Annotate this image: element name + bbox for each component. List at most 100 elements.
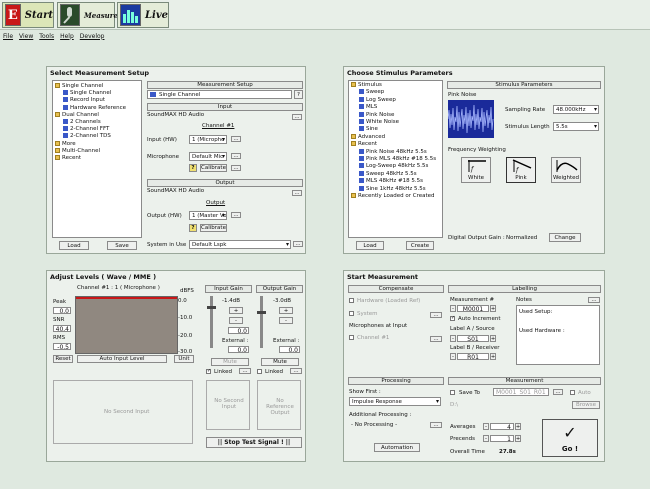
setup-tree-folder[interactable]: Dual Channel [55,111,126,119]
averages-field[interactable]: 4 [490,423,514,431]
stimulus-tree-item[interactable]: Sweep [351,89,436,96]
output-linked-checkbox[interactable] [257,369,262,374]
stimulus-tree-item[interactable]: Log-Sweep 48kHz 5.5s [351,163,436,170]
input-linked-more-button[interactable]: ... [239,368,251,374]
calibrate-more-button[interactable]: ... [231,165,241,171]
stimulus-tree-folder[interactable]: Advanced [351,133,436,141]
system-more-button[interactable]: ... [293,241,303,247]
menu-view[interactable]: View [19,33,33,40]
setup-tree-item[interactable]: Single Channel [55,90,126,97]
input-linked-checkbox[interactable] [206,368,211,374]
input-calibrate-button[interactable]: Calibrate [200,164,227,172]
input-external-field[interactable]: 0.0 [228,346,249,354]
stimulus-tree-item[interactable]: Sine [351,126,436,133]
auto-checkbox[interactable] [570,390,575,395]
auto-input-level-button[interactable]: Auto Input Level [77,355,167,363]
measurement-number-field[interactable]: M0001 [457,305,489,313]
setup-tree-folder[interactable]: More [55,140,126,148]
output-hw-more-button[interactable]: ... [231,212,241,218]
output-hw-select[interactable]: 1 (Master Vo [189,211,227,220]
averages-increase[interactable]: + [515,423,521,430]
filename-field[interactable]: M0001_S01_R01 [493,388,549,396]
setup-tree-folder[interactable]: Recent [55,155,126,162]
output-gain-plus[interactable]: + [279,307,293,314]
measurement-number-increase[interactable]: + [490,305,496,312]
stimulus-tree-item[interactable]: Log Sweep [351,96,436,104]
input-device-more-button[interactable]: ... [292,114,302,120]
menu-file[interactable]: File [3,33,13,40]
digital-gain-change-button[interactable]: Change [549,233,581,242]
stimulus-tree-item[interactable]: White Noise [351,119,436,126]
input-gain-slider[interactable] [210,296,213,348]
system-checkbox[interactable] [349,311,354,316]
setup-tree-item[interactable]: Hardware Reference [55,104,126,112]
stimulus-tree[interactable]: Stimulus Sweep Log Sweep MLS Pink Noise White… [348,80,443,238]
stimulus-tree-item[interactable]: Pink Noise 48kHz 5.5s [351,148,436,156]
input-mute-button[interactable]: Mute [211,358,249,366]
menu-help[interactable]: Help [60,33,74,40]
system-in-use-select[interactable]: Default Lspk [189,240,291,249]
notes-area[interactable]: Used Setup: Used Hardware : [516,305,600,365]
measure-mode-button[interactable]: Measure [57,2,118,28]
system-comp-more-button[interactable]: ... [430,312,442,318]
output-calibrate-button[interactable]: Calibrate [200,224,227,232]
notes-more-button[interactable]: ... [588,297,600,303]
stimulus-tree-item[interactable]: Pink Noise [351,111,436,119]
averages-decrease[interactable]: - [483,423,489,430]
label-a-increase[interactable]: + [490,335,496,342]
output-device-more-button[interactable]: ... [292,190,302,196]
pink-weighting-button[interactable]: f Pink [506,157,536,183]
go-button[interactable]: ✓ Go ! [542,419,598,457]
sampling-rate-select[interactable]: 48.000kHz [553,105,599,114]
unit-button[interactable]: Unit [174,355,194,363]
precends-increase[interactable]: + [515,435,521,442]
setup-tree-item[interactable]: 2-Channel FFT [55,126,126,133]
setup-help-button[interactable]: ? [294,90,303,99]
stimulus-length-select[interactable]: 5.5s [553,122,599,131]
live-mode-button[interactable]: Live [117,2,169,28]
stimulus-tree-folder[interactable]: Recent [351,141,436,148]
input-hw-more-button[interactable]: ... [231,136,241,142]
weighted-weighting-button[interactable]: Weighted [551,157,581,183]
setup-tree-folder[interactable]: Multi-Channel [55,147,126,155]
stimulus-create-button[interactable]: Create [406,241,434,250]
output-gain-thumb[interactable] [257,311,266,314]
stop-test-signal-button[interactable]: || Stop Test Signal ! || [206,437,302,448]
automation-button[interactable]: Automation [374,443,420,452]
menu-tools[interactable]: Tools [39,33,54,40]
input-gain-plus[interactable]: + [229,307,243,314]
setup-tree-item[interactable]: Record Input [55,97,126,104]
stimulus-tree-folder[interactable]: Recently Loaded or Created [351,193,436,200]
show-first-select[interactable]: Impulse Response [349,397,441,406]
label-b-field[interactable]: R01 [457,353,489,361]
setup-tree-item[interactable]: 2 Channels [55,119,126,126]
auto-increment-checkbox[interactable] [450,315,455,321]
output-gain-minus[interactable]: - [279,317,293,324]
measurement-number-decrease[interactable]: - [450,305,456,312]
reset-button[interactable]: Reset [53,355,73,363]
input-gain-thumb[interactable] [207,306,216,309]
start-mode-button[interactable]: E Start [2,2,54,28]
input-hw-select[interactable]: 1 (Micropho [189,135,227,144]
output-mute-button[interactable]: Mute [261,358,299,366]
setup-load-button[interactable]: Load [59,241,89,250]
setup-tree-folder[interactable]: Single Channel [55,83,126,90]
stimulus-tree-item[interactable]: MLS 48kHz #18 5.5s [351,178,436,185]
precends-field[interactable]: 1 [490,435,514,443]
stimulus-tree-item[interactable]: MLS [351,104,436,111]
precends-decrease[interactable]: - [483,435,489,442]
additional-processing-more-button[interactable]: ... [430,422,442,428]
label-a-decrease[interactable]: - [450,335,456,342]
setup-save-button[interactable]: Save [107,241,137,250]
stimulus-tree-item[interactable]: Sweep 48kHz 5.5s [351,170,436,178]
microphone-select[interactable]: Default Mic [189,152,227,161]
setup-tree-item[interactable]: 2-Channel TDS [55,133,126,140]
stimulus-tree-item[interactable]: Pink MLS 48kHz #18 5.5s [351,156,436,163]
menu-develop[interactable]: Develop [80,33,105,40]
channel1-checkbox[interactable] [349,335,354,340]
stimulus-load-button[interactable]: Load [356,241,384,250]
microphone-more-button[interactable]: ... [231,153,241,159]
save-to-checkbox[interactable] [450,390,455,395]
stimulus-tree-item[interactable]: Sine 1kHz 48kHz 5.5s [351,185,436,193]
input-gain-field[interactable]: 0.0 [228,327,249,335]
